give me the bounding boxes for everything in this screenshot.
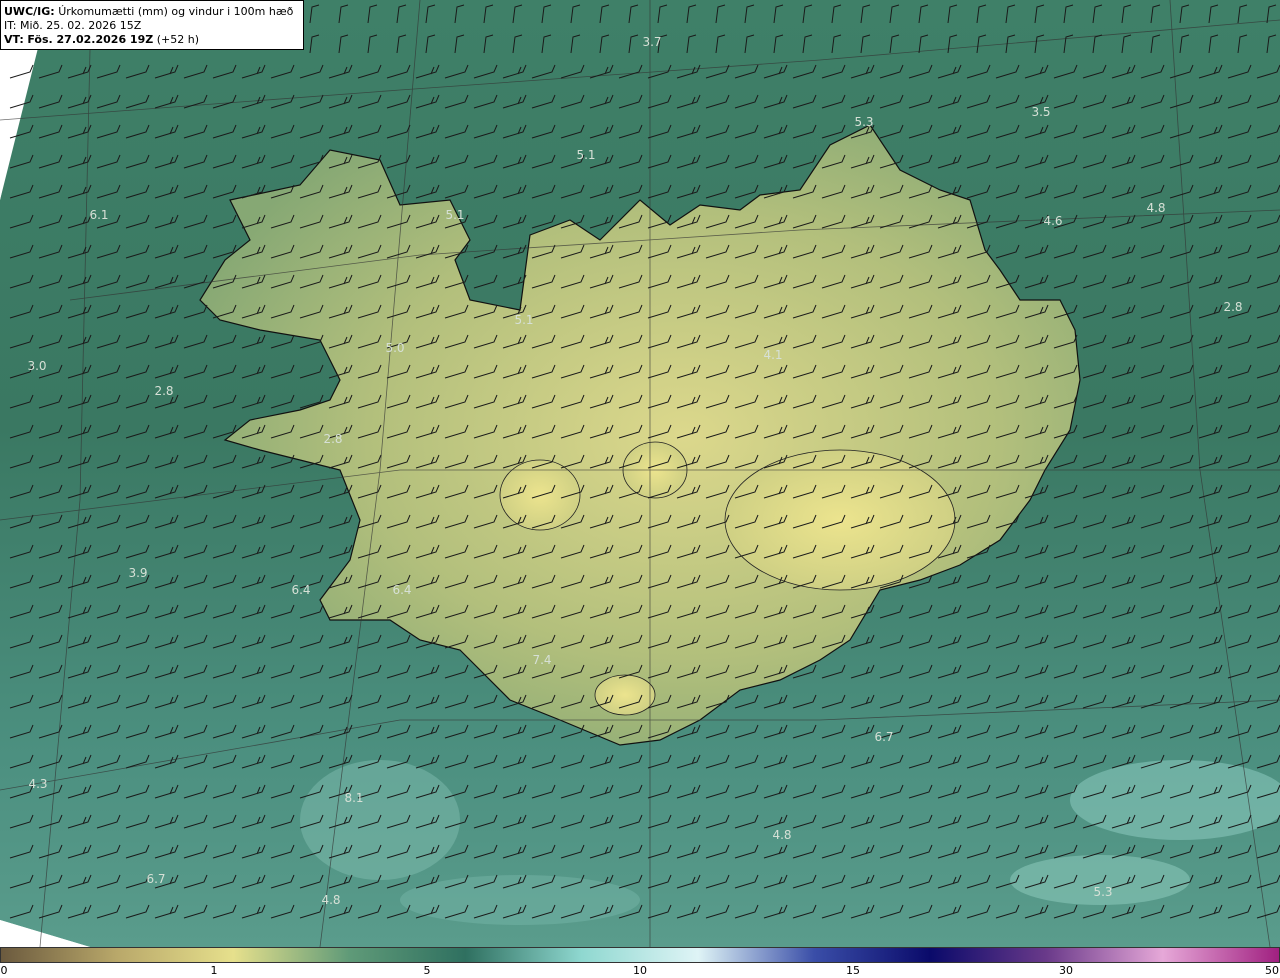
title-line: UWC/IG: Úrkomumætti (mm) og vindur i 100… bbox=[4, 5, 300, 19]
value-label: 3.9 bbox=[128, 566, 147, 580]
colorbar-tick-label: 50 bbox=[1265, 964, 1279, 977]
colorbar-tick-label: 0 bbox=[0, 964, 8, 977]
valid-line: VT: Fös. 27.02.2026 19Z (+52 h) bbox=[4, 33, 300, 47]
map-title-box: UWC/IG: Úrkomumætti (mm) og vindur i 100… bbox=[0, 0, 304, 50]
lead-time: (+52 h) bbox=[156, 33, 199, 46]
value-label: 4.1 bbox=[763, 348, 782, 362]
glacier-myrdalsjokull bbox=[594, 674, 656, 716]
colorbar-tick-label: 5 bbox=[423, 964, 431, 977]
value-label: 5.1 bbox=[514, 313, 533, 327]
value-label: 2.8 bbox=[1223, 300, 1242, 314]
init-time: IT: Mið. 25. 02. 2026 15Z bbox=[4, 19, 142, 32]
value-label: 4.8 bbox=[772, 828, 791, 842]
value-label: 5.1 bbox=[445, 208, 464, 222]
colorbar-tick-label: 1 bbox=[210, 964, 218, 977]
value-label: 3.0 bbox=[27, 359, 46, 373]
value-label: 6.1 bbox=[89, 208, 108, 222]
value-label: 5.1 bbox=[576, 148, 595, 162]
value-label: 2.8 bbox=[323, 432, 342, 446]
valid-prefix: VT: bbox=[4, 33, 24, 46]
value-label: 5.3 bbox=[1093, 885, 1112, 899]
value-label: 6.4 bbox=[291, 583, 310, 597]
value-label: 4.3 bbox=[28, 777, 47, 791]
valid-time: Fös. 27.02.2026 19Z bbox=[27, 33, 154, 46]
value-label: 4.8 bbox=[321, 893, 340, 907]
value-label: 3.7 bbox=[642, 35, 661, 49]
precipitation-wind-map: 3.7 5.3 3.5 5.1 6.1 5.1 4.6 4.8 2.8 5.1 5.0 4.1 3.0 2… bbox=[0, 0, 1280, 947]
colorbar-tick-label: 30 bbox=[1059, 964, 1073, 977]
colorbar-strip bbox=[0, 947, 1280, 963]
value-label: 7.4 bbox=[532, 653, 551, 667]
sea-streak bbox=[300, 760, 460, 880]
value-label: 8.1 bbox=[344, 791, 363, 805]
colorbar: 0 1 5 10 15 30 50 bbox=[0, 947, 1280, 978]
value-label: 5.3 bbox=[854, 115, 873, 129]
glacier-vatnajokull bbox=[724, 449, 956, 591]
model-name: UWC/IG: bbox=[4, 5, 55, 18]
value-label: 6.4 bbox=[392, 583, 411, 597]
value-label: 2.8 bbox=[154, 384, 173, 398]
value-label: 6.7 bbox=[146, 872, 165, 886]
value-label: 6.7 bbox=[874, 730, 893, 744]
value-label: 5.0 bbox=[385, 341, 404, 355]
colorbar-tick-label: 15 bbox=[846, 964, 860, 977]
value-label: 4.8 bbox=[1146, 201, 1165, 215]
value-label: 4.6 bbox=[1043, 214, 1062, 228]
colorbar-tick-label: 10 bbox=[633, 964, 647, 977]
value-label: 3.5 bbox=[1031, 105, 1050, 119]
map-description: Úrkomumætti (mm) og vindur i 100m hæð bbox=[58, 5, 294, 18]
